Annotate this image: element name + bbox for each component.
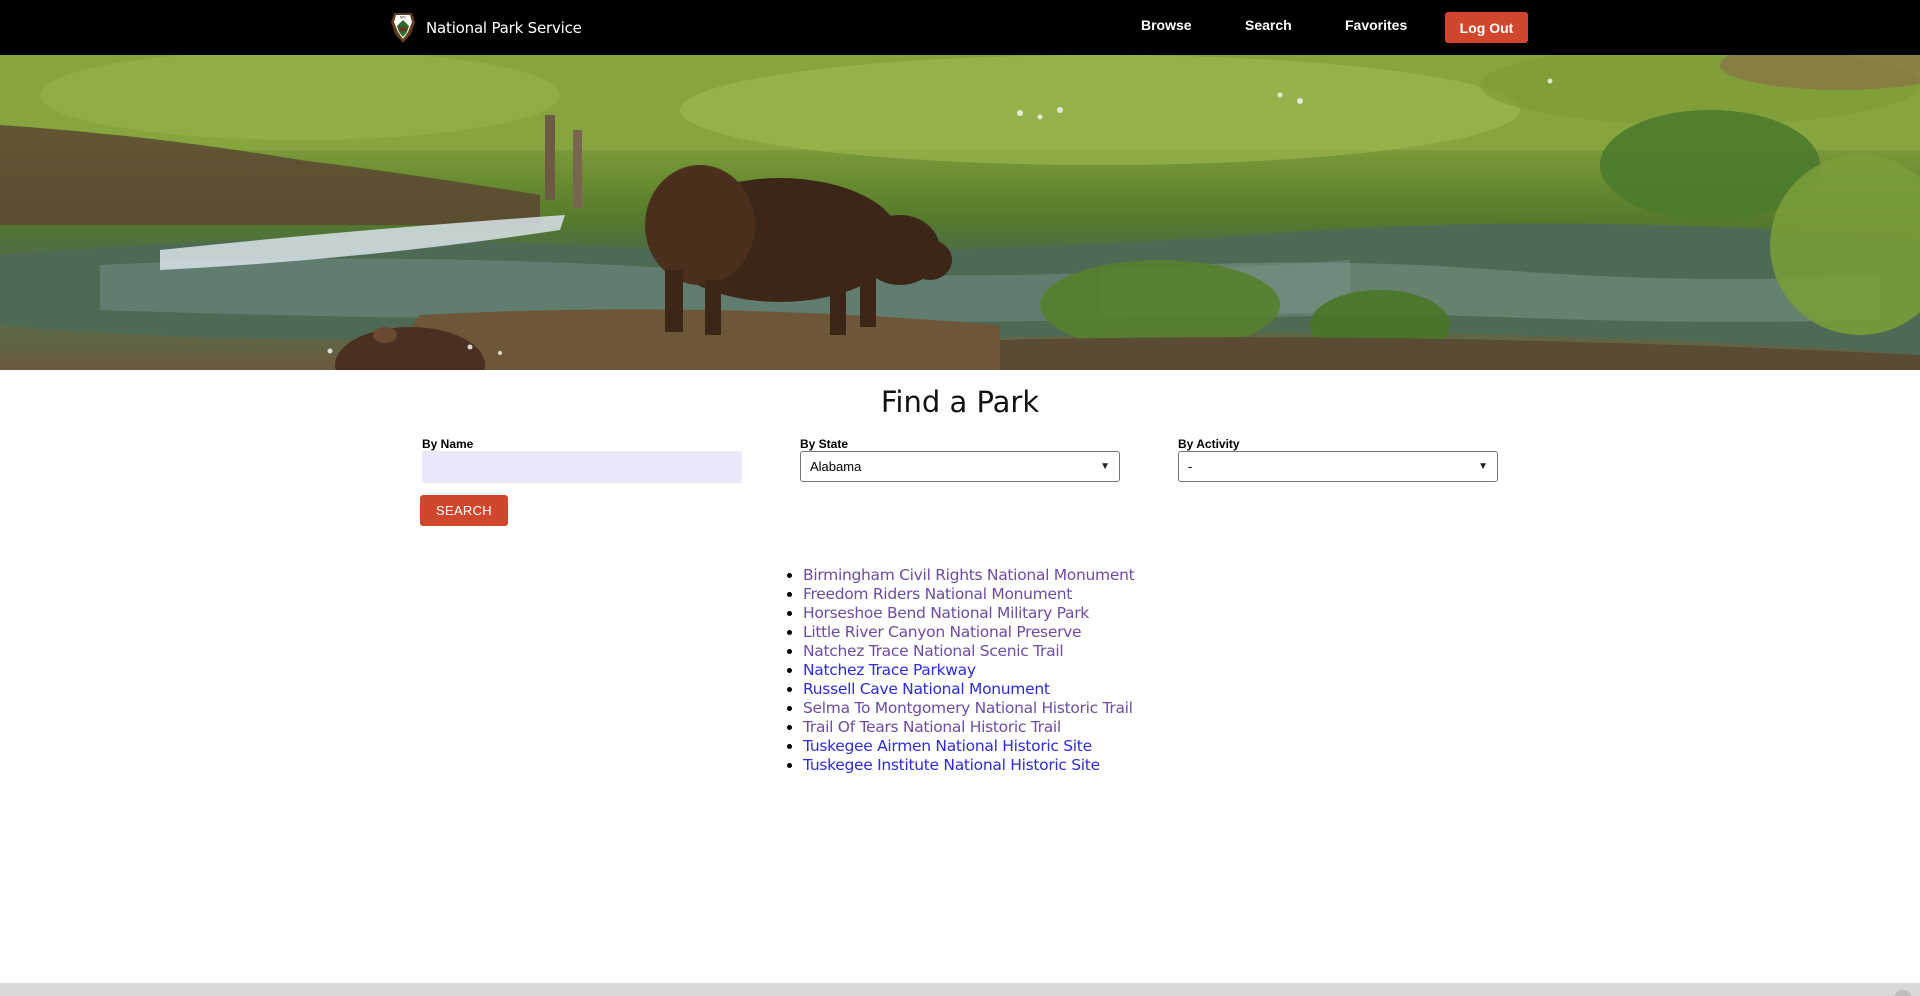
park-result-link[interactable]: Russell Cave National Monument (803, 680, 1050, 698)
list-item: Russell Cave National Monument (803, 680, 1134, 699)
search-button[interactable]: SEARCH (420, 495, 508, 526)
list-item: Little River Canyon National Preserve (803, 623, 1134, 642)
nps-arrowhead-logo-icon: NPS (391, 13, 415, 43)
park-result-link[interactable]: Tuskegee Institute National Historic Sit… (803, 756, 1100, 774)
park-name-input[interactable] (422, 451, 742, 483)
list-item: Freedom Riders National Monument (803, 585, 1134, 604)
nav-search-link[interactable]: Search (1245, 17, 1292, 33)
list-item: Selma To Montgomery National Historic Tr… (803, 699, 1134, 718)
bison-meadow-photo (0, 55, 1920, 370)
list-item: Natchez Trace National Scenic Trail (803, 642, 1134, 661)
list-item: Natchez Trace Parkway (803, 661, 1134, 680)
park-result-link[interactable]: Little River Canyon National Preserve (803, 623, 1082, 641)
nav-favorites-link[interactable]: Favorites (1345, 17, 1407, 33)
activity-select[interactable]: - ▼ (1178, 451, 1498, 482)
footer-bar (0, 983, 1920, 996)
park-result-link[interactable]: Birmingham Civil Rights National Monumen… (803, 566, 1135, 584)
chevron-down-icon: ▼ (1100, 461, 1110, 472)
by-activity-label: By Activity (1178, 437, 1240, 451)
logout-button[interactable]: Log Out (1445, 12, 1528, 43)
list-item: Horseshoe Bend National Military Park (803, 604, 1134, 623)
nav-browse-link[interactable]: Browse (1141, 17, 1192, 33)
list-item: Tuskegee Airmen National Historic Site (803, 737, 1134, 756)
state-select[interactable]: Alabama ▼ (800, 451, 1120, 482)
by-name-label: By Name (422, 437, 474, 451)
park-result-link[interactable]: Freedom Riders National Monument (803, 585, 1072, 603)
chevron-down-icon: ▼ (1478, 461, 1488, 472)
park-result-link[interactable]: Selma To Montgomery National Historic Tr… (803, 699, 1133, 717)
park-results-list: Birmingham Civil Rights National Monumen… (803, 566, 1135, 775)
park-result-link[interactable]: Natchez Trace National Scenic Trail (803, 642, 1064, 660)
top-navbar: NPS National Park Service Browse Search … (0, 0, 1920, 55)
park-result-link[interactable]: Natchez Trace Parkway (803, 661, 976, 679)
list-item: Tuskegee Institute National Historic Sit… (803, 756, 1134, 775)
state-select-value: Alabama (810, 459, 862, 474)
hero-banner-image (0, 55, 1920, 370)
footer-circle-icon (1894, 990, 1912, 996)
brand-home-link[interactable]: NPS National Park Service (390, 12, 582, 44)
page-title: Find a Park (880, 385, 1040, 419)
park-result-link[interactable]: Horseshoe Bend National Military Park (803, 604, 1089, 622)
list-item: Birmingham Civil Rights National Monumen… (803, 566, 1135, 585)
brand-title: National Park Service (426, 19, 582, 37)
park-result-link[interactable]: Trail Of Tears National Historic Trail (803, 718, 1061, 736)
svg-text:NPS: NPS (400, 16, 406, 20)
park-result-link[interactable]: Tuskegee Airmen National Historic Site (803, 737, 1092, 755)
by-state-label: By State (800, 437, 849, 451)
activity-select-value: - (1188, 459, 1193, 474)
list-item: Trail Of Tears National Historic Trail (803, 718, 1134, 737)
